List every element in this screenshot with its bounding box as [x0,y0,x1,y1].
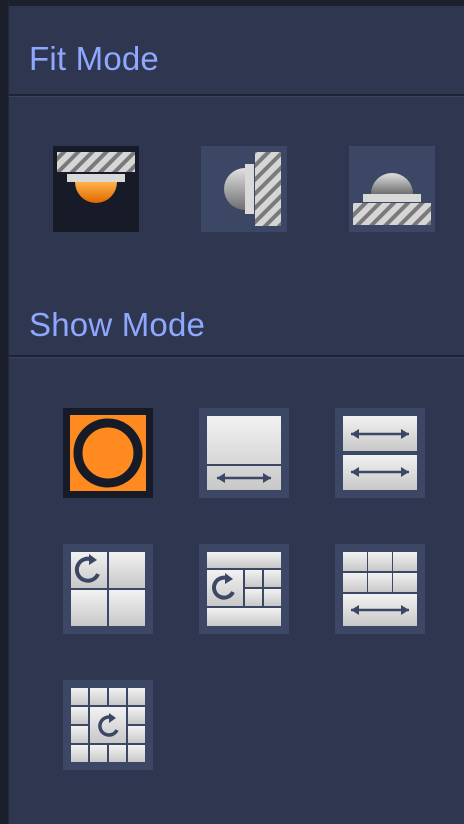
show-mode-fisheye-button[interactable] [63,408,153,498]
show-mode-panorama-button[interactable] [199,408,289,498]
panorama-plus-6-icon [335,544,425,634]
show-mode-dual-panorama-button[interactable] [335,408,425,498]
show-mode-panorama-6-button[interactable] [335,544,425,634]
fisheye-plus-8-icon [199,544,289,634]
ground-mount-icon [349,146,435,232]
show-mode-fisheye-8-button[interactable] [199,544,289,634]
fit-mode-wall-button[interactable] [201,146,287,232]
fit-mode-ceiling-button[interactable] [53,146,139,232]
panorama-360-icon [199,408,289,498]
show-mode-fisheye-3-button[interactable] [63,544,153,634]
fit-mode-title: Fit Mode [29,40,159,77]
fisheye-plus-9-icon [63,680,153,770]
wall-mount-icon [201,146,287,232]
show-mode-fisheye-9-button[interactable] [63,680,153,770]
show-mode-divider [9,355,464,358]
fisheye-plus-3-icon [63,544,153,634]
fit-mode-divider [9,94,464,97]
show-mode-title: Show Mode [29,306,206,343]
fisheye-original-icon [63,408,153,498]
ceiling-mount-icon [53,146,139,232]
dual-panorama-icon [335,408,425,498]
fit-mode-ground-button[interactable] [349,146,435,232]
settings-panel: Fit Mode Show Mode [8,0,464,824]
